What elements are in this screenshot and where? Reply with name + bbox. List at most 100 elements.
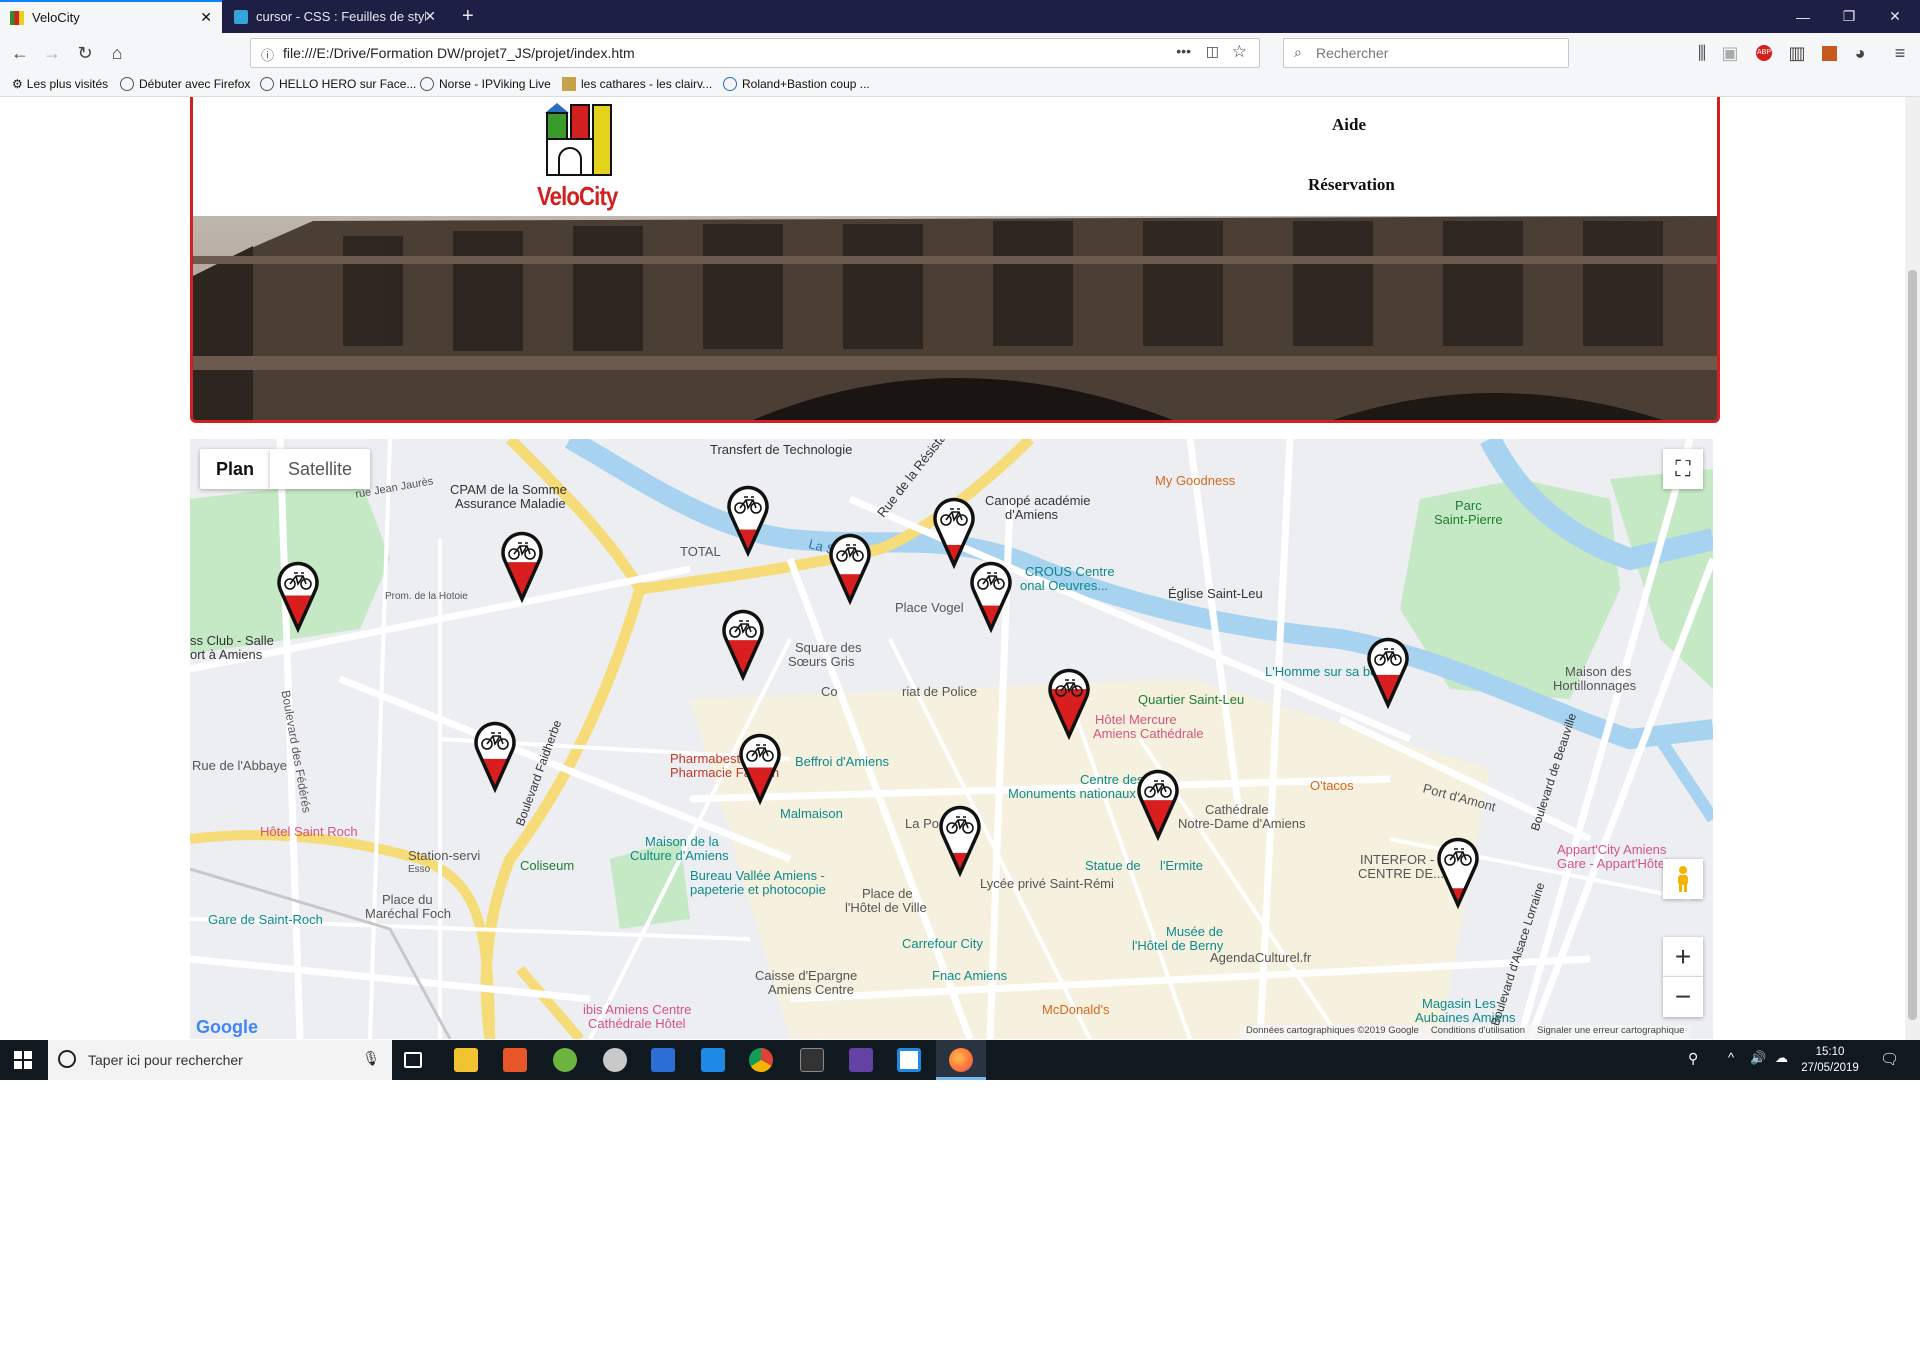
bike-station-marker[interactable] [1436,837,1480,910]
bookmark-star-icon[interactable]: ☆ [1232,42,1247,62]
map-terms-link[interactable]: Conditions d'utilisation [1431,1025,1525,1039]
taskbar-search-box[interactable]: Taper ici pour rechercher 🎙 [48,1040,392,1080]
back-arrow-icon[interactable]: ← [8,41,32,65]
gear-icon: ⚙ [12,77,23,91]
url-bar[interactable]: ⓘ file:///E:/Drive/Formation DW/projet7_… [250,38,1260,68]
nav-link-reservation[interactable]: Réservation [1308,175,1395,195]
cloud-icon[interactable]: ☁ [1775,1050,1788,1066]
logo-text: VeloCity [537,181,618,211]
bookmark-item[interactable]: Roland+Bastion coup ... [723,77,870,91]
velocity-logo[interactable]: VeloCity [537,101,625,213]
bike-station-marker[interactable] [276,561,320,634]
pegman-icon[interactable] [1663,859,1703,899]
bike-station-marker[interactable] [473,721,517,794]
volume-icon[interactable]: 🔊 [1750,1050,1766,1066]
url-text: file:///E:/Drive/Formation DW/projet7_JS… [283,45,635,61]
cathedral-facade-image [193,216,1717,420]
windows-taskbar: Taper ici pour rechercher 🎙 ⚲ ^ 🔊 ☁ 15:1… [0,1040,1920,1080]
twitch-icon[interactable] [849,1048,873,1072]
task-view-icon[interactable] [404,1052,422,1068]
bike-station-marker[interactable] [726,485,770,558]
search-placeholder: Rechercher [1316,45,1389,61]
chrome-icon[interactable] [749,1048,773,1072]
bike-station-marker[interactable] [1366,637,1410,710]
bike-station-marker[interactable] [1047,668,1091,741]
app-icon[interactable] [897,1048,921,1072]
library-icon[interactable]: ⫼ [1690,41,1714,65]
bike-station-marker[interactable] [738,733,782,806]
google-map[interactable]: Transfert de Technologie CPAM de la Somm… [190,439,1713,1039]
sidebar-icon[interactable]: ▥ [1785,41,1809,65]
show-hidden-icons[interactable]: ^ [1728,1050,1734,1065]
people-icon[interactable]: ⚲ [1688,1050,1698,1067]
clock[interactable]: 15:10 27/05/2019 [1800,1044,1860,1076]
firefox-icon [949,1048,973,1072]
bookmark-item[interactable]: HELLO HERO sur Face... [260,77,416,91]
bookmark-item[interactable]: les cathares - les clairv... [562,77,712,91]
fullscreen-icon[interactable]: ⛶ [1663,449,1703,489]
bike-station-marker[interactable] [500,531,544,604]
pocket-icon[interactable]: ◫ [1206,43,1219,60]
epic-games-icon[interactable] [800,1048,824,1072]
map-report-link[interactable]: Signaler une erreur cartographique [1537,1025,1684,1039]
tab-cursor-css[interactable]: cursor - CSS : Feuilles de style e ✕ [224,0,446,33]
app-icon[interactable] [503,1048,527,1072]
close-icon[interactable]: ✕ [200,9,212,26]
hero-cathedral-image [190,216,1720,423]
clock-time: 15:10 [1815,1046,1845,1058]
firefox-taskbar-button[interactable] [936,1040,986,1080]
bike-station-marker[interactable] [1136,769,1180,842]
tab-title: VeloCity [32,10,80,25]
app-icon[interactable] [553,1048,577,1072]
search-icon: ⌕ [1294,44,1302,60]
bookmark-item[interactable]: Débuter avec Firefox [120,77,250,91]
restore-icon[interactable]: ❐ [1826,0,1872,33]
app-icon[interactable] [603,1048,627,1072]
globe-icon [420,77,434,91]
cortana-icon [58,1050,76,1068]
notifications-icon[interactable]: 🗨 [1880,1050,1899,1068]
map-type-plan-button[interactable]: Plan [200,449,270,489]
globe-icon [260,77,274,91]
search-bar[interactable]: ⌕ Rechercher [1283,38,1569,68]
app-icon[interactable] [651,1048,675,1072]
microphone-icon[interactable]: 🎙 [362,1050,380,1067]
zoom-in-button[interactable]: + [1663,937,1703,977]
browser-tab-strip: VeloCity ✕ cursor - CSS : Feuilles de st… [0,0,1920,33]
nav-link-aide[interactable]: Aide [1332,115,1366,135]
zoom-out-button[interactable]: − [1663,977,1703,1017]
bookmark-item[interactable]: Norse - IPViking Live [420,77,551,91]
reload-icon[interactable]: ↻ [73,41,97,65]
close-window-icon[interactable]: ✕ [1872,0,1918,33]
close-icon[interactable]: ✕ [424,8,436,25]
adblock-icon[interactable]: ABP [1752,41,1776,65]
bike-station-marker[interactable] [828,533,872,606]
scrollbar-thumb[interactable] [1908,270,1917,1020]
more-actions-icon[interactable]: ••• [1176,43,1191,59]
forward-arrow-icon[interactable]: → [40,41,64,65]
bookmark-item[interactable]: ⚙ Les plus visités [12,77,108,91]
file-explorer-icon[interactable] [454,1048,478,1072]
bike-station-marker[interactable] [932,497,976,570]
messenger-icon[interactable] [701,1048,725,1072]
bookmark-favicon-icon [723,77,737,91]
google-logo: Google [196,1017,258,1037]
taskbar-search-placeholder: Taper ici pour rechercher [88,1052,243,1068]
castle-logo-icon [545,103,612,176]
bike-station-marker[interactable] [721,609,765,682]
screenshot-icon[interactable]: ▣ [1718,41,1742,65]
bike-station-marker[interactable] [938,805,982,878]
new-tab-button[interactable]: + [452,0,482,33]
map-type-satellite-button[interactable]: Satellite [270,449,370,489]
windows-start-icon[interactable] [14,1051,32,1069]
extension-icon[interactable] [1817,41,1841,65]
web-page: VeloCity Aide Réservation Transfert de T… [0,97,1905,1040]
menu-icon[interactable]: ≡ [1888,41,1912,65]
tab-velocity[interactable]: VeloCity ✕ [0,0,222,33]
info-icon[interactable]: ⓘ [261,45,274,64]
account-icon[interactable]: ◕ [1848,41,1872,65]
home-icon[interactable]: ⌂ [105,41,129,65]
bookmarks-toolbar: ⚙ Les plus visités Débuter avec Firefox H… [0,73,1920,97]
minimize-icon[interactable]: — [1780,0,1826,33]
bike-station-marker[interactable] [969,561,1013,634]
